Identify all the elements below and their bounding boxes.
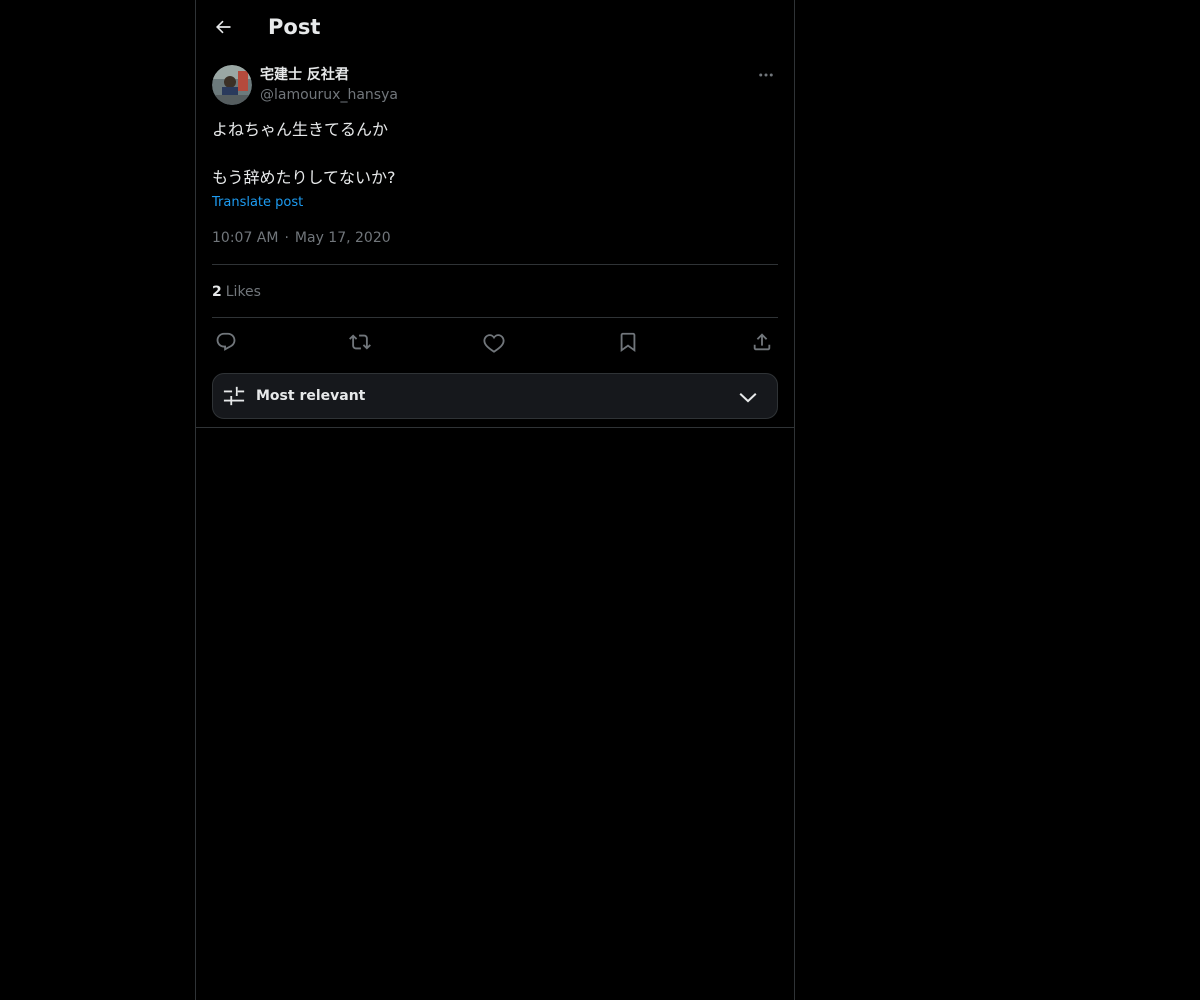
- primary-column: Post 宅建士 反社君 @lamourux_hansya よねちゃん生きてるん…: [195, 0, 795, 1000]
- section-divider: [196, 427, 794, 428]
- likes-label: Likes: [225, 284, 261, 300]
- reply-sort-dropdown[interactable]: Most relevant: [212, 373, 778, 419]
- author-display-name[interactable]: 宅建士 反社君: [260, 64, 398, 86]
- author-block: 宅建士 反社君 @lamourux_hansya: [260, 64, 398, 104]
- likes-stat[interactable]: 2 Likes: [212, 282, 261, 302]
- share-icon: [753, 333, 771, 351]
- repost-icon: [349, 334, 371, 350]
- page-title: Post: [268, 15, 321, 39]
- bookmark-icon: [620, 332, 636, 353]
- post-text: よねちゃん生きてるんか もう辞めたりしてないか?: [212, 118, 778, 190]
- more-options-button[interactable]: [754, 64, 778, 86]
- reply-icon: [216, 332, 236, 351]
- arrow-left-icon: [216, 20, 231, 34]
- bookmark-button[interactable]: [614, 328, 642, 356]
- more-horizontal-icon: [759, 73, 773, 77]
- post-text-line: [212, 142, 778, 166]
- like-icon: [483, 334, 505, 353]
- post-header: Post: [196, 0, 794, 54]
- author-handle[interactable]: @lamourux_hansya: [260, 86, 398, 104]
- avatar[interactable]: [212, 65, 252, 105]
- post-text-line: もう辞めたりしてないか?: [212, 168, 396, 187]
- repost-button[interactable]: [346, 328, 374, 356]
- post-timestamp[interactable]: 10:07 AM · May 17, 2020: [212, 228, 391, 248]
- sort-label: Most relevant: [256, 388, 366, 404]
- post-time: 10:07 AM: [212, 230, 279, 246]
- avatar-image: [212, 65, 252, 105]
- chevron-down-icon: [739, 393, 757, 403]
- reply-button[interactable]: [212, 328, 240, 356]
- sliders-icon: [223, 386, 245, 406]
- post-date: May 17, 2020: [294, 230, 391, 246]
- back-button[interactable]: [208, 9, 238, 45]
- timestamp-separator: ·: [284, 230, 289, 246]
- translate-post-link[interactable]: Translate post: [212, 194, 303, 212]
- likes-count: 2: [212, 284, 222, 300]
- post-text-line: よねちゃん生きてるんか: [212, 120, 389, 139]
- divider: [212, 317, 778, 318]
- post-actions: [212, 328, 778, 356]
- divider: [212, 264, 778, 265]
- share-button[interactable]: [748, 328, 776, 356]
- like-button[interactable]: [480, 328, 508, 356]
